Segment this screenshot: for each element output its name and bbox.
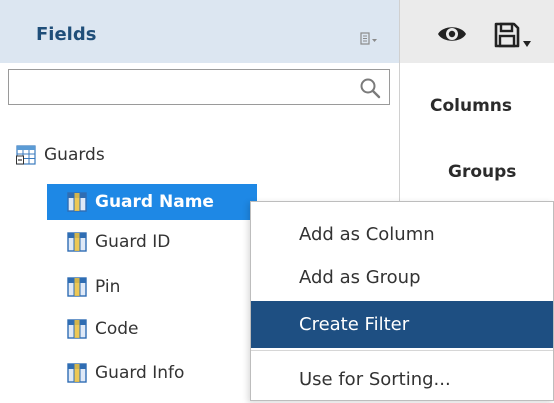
menu-separator xyxy=(251,350,553,351)
tree-item-code[interactable]: Code xyxy=(47,311,139,347)
table-icon xyxy=(16,145,36,165)
menu-item-add-as-group[interactable]: Add as Group xyxy=(251,254,553,301)
field-icon xyxy=(67,277,87,297)
groups-section-label: Groups xyxy=(448,162,517,182)
fields-title: Fields xyxy=(36,24,97,45)
field-search-input[interactable] xyxy=(9,70,349,104)
save-icon[interactable] xyxy=(493,21,521,49)
tree-item-label: Guard ID xyxy=(95,232,171,252)
field-icon xyxy=(67,192,87,212)
menu-item-create-filter[interactable]: Create Filter xyxy=(251,301,553,348)
field-context-menu: Add as Column Add as Group Create Filter… xyxy=(250,201,554,401)
tree-item-label: Pin xyxy=(95,277,121,297)
tree-item-label: Code xyxy=(95,319,139,339)
field-icon xyxy=(67,232,87,252)
eye-icon[interactable] xyxy=(436,22,468,46)
field-search-box[interactable] xyxy=(8,69,390,105)
search-icon[interactable] xyxy=(359,77,381,99)
tree-item-label: Guard Name xyxy=(95,192,214,212)
toolbar xyxy=(400,0,554,63)
chevron-down-icon[interactable] xyxy=(522,40,532,48)
list-menu-icon[interactable] xyxy=(360,32,378,46)
tree-item-label: Guard Info xyxy=(95,363,185,383)
field-icon xyxy=(67,363,87,383)
menu-item-use-for-sorting[interactable]: Use for Sorting... xyxy=(251,356,553,403)
columns-section-label: Columns xyxy=(430,96,513,116)
menu-item-add-as-column[interactable]: Add as Column xyxy=(251,211,553,258)
fields-header: Fields xyxy=(0,0,399,63)
field-icon xyxy=(67,319,87,339)
tree-item-guard-info[interactable]: Guard Info xyxy=(47,355,184,391)
tree-item-pin[interactable]: Pin xyxy=(47,269,120,305)
tree-item-guard-id[interactable]: Guard ID xyxy=(47,224,170,260)
tree-root-label: Guards xyxy=(44,145,105,165)
tree-root-guards[interactable]: Guards xyxy=(16,141,105,169)
tree-item-guard-name[interactable]: Guard Name xyxy=(47,184,257,220)
